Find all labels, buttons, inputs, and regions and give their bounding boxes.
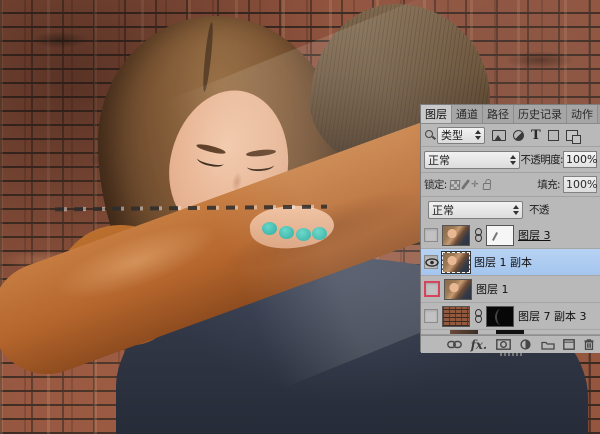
partial-mask: [496, 330, 524, 334]
layer-name[interactable]: 图层 3: [518, 227, 551, 243]
secondary-blend-mode-row: 正常 不透: [421, 197, 600, 222]
filter-kind-dropdown[interactable]: 类型: [437, 126, 485, 144]
layers-panel: 图层 通道 路径 历史记录 动作 类型 T 正常 不透明度: 100% 锁定: …: [420, 104, 600, 356]
type-layer-filter-icon[interactable]: T: [531, 128, 541, 143]
visibility-toggle-red-highlight[interactable]: [424, 281, 440, 297]
opacity-value: 100%: [566, 153, 598, 166]
delete-layer-icon[interactable]: [584, 339, 594, 350]
photoshop-canvas: 图层 通道 路径 历史记录 动作 类型 T 正常 不透明度: 100% 锁定: …: [0, 0, 600, 434]
secondary-blend-mode-value: 正常: [432, 203, 454, 217]
lock-transparency-icon[interactable]: [449, 179, 461, 190]
fill-value: 100%: [566, 178, 598, 191]
visibility-toggle[interactable]: [424, 228, 438, 242]
lock-icons: ✛: [449, 179, 491, 190]
smart-object-filter-icon[interactable]: [565, 129, 581, 144]
layer-name[interactable]: 图层 1 副本: [474, 254, 532, 270]
visibility-toggle[interactable]: [424, 309, 438, 323]
layer-name[interactable]: 图层 1: [476, 281, 509, 297]
layer-row-layer3[interactable]: 图层 3: [421, 222, 600, 249]
new-adjustment-layer-icon[interactable]: [519, 339, 532, 350]
layer-mask-thumbnail-white[interactable]: [486, 224, 514, 246]
visibility-toggle-on[interactable]: [424, 255, 439, 269]
layer-row-layer7-copy3[interactable]: 图层 7 副本 3: [421, 303, 600, 330]
panel-bottom-toolbar: fx.: [421, 335, 600, 356]
blend-mode-dropdown[interactable]: 正常: [424, 150, 520, 169]
fill-label: 填充:: [537, 179, 560, 191]
new-layer-icon[interactable]: [563, 339, 576, 350]
tab-history[interactable]: 历史记录: [514, 105, 567, 123]
search-icon: [424, 129, 436, 141]
adjustment-layer-filter-icon[interactable]: [513, 129, 524, 141]
layer-filter-row: 类型 T: [421, 124, 600, 147]
layer-list: 图层 3 图层 1 副本 图层 1 图层 7 副本 3: [421, 222, 600, 335]
link-layers-icon[interactable]: [447, 340, 462, 349]
layer-thumbnail-brick[interactable]: [442, 305, 470, 327]
panel-resize-grip[interactable]: [499, 353, 522, 356]
truncated-opacity-label: 不透: [529, 204, 549, 216]
layer-row-layer1[interactable]: 图层 1: [421, 276, 600, 303]
layer-mask-thumbnail-black[interactable]: [486, 305, 514, 327]
chevron-up-down-icon: [475, 130, 481, 140]
eye-icon: [425, 258, 439, 267]
layer-name[interactable]: 图层 7 副本 3: [518, 308, 587, 324]
lock-all-icon[interactable]: [481, 182, 491, 190]
layer-row-layer1-copy-selected[interactable]: 图层 1 副本: [421, 249, 600, 276]
tab-layers[interactable]: 图层: [421, 105, 452, 123]
secondary-blend-mode-dropdown[interactable]: 正常: [428, 200, 523, 219]
fill-field[interactable]: 100%: [563, 176, 597, 193]
opacity-label: 不透明度:: [520, 154, 563, 166]
tab-paths[interactable]: 路径: [483, 105, 514, 123]
add-layer-mask-icon[interactable]: [495, 339, 511, 350]
layer-thumbnail[interactable]: [444, 278, 472, 300]
layer-fx-icon[interactable]: fx.: [471, 339, 488, 351]
tab-actions[interactable]: 动作: [567, 105, 598, 123]
partial-thumbnail: [450, 330, 478, 334]
lock-label: 锁定:: [424, 179, 447, 191]
filter-icons: T: [492, 128, 581, 144]
new-group-icon[interactable]: [541, 340, 555, 350]
mask-link-icon[interactable]: [474, 227, 482, 243]
chevron-up-down-icon: [513, 204, 519, 215]
lock-paint-icon[interactable]: [460, 179, 470, 190]
filter-kind-label: 类型: [441, 129, 463, 142]
chevron-up-down-icon: [510, 154, 516, 165]
pixel-layer-filter-icon[interactable]: [492, 129, 506, 141]
opacity-field[interactable]: 100%: [563, 151, 597, 168]
lock-row: 锁定: ✛ 填充: 100%: [421, 173, 600, 197]
layer-thumbnail[interactable]: [442, 251, 470, 273]
shape-layer-filter-icon[interactable]: [547, 129, 559, 141]
tab-channels[interactable]: 通道: [452, 105, 483, 123]
panel-tab-bar: 图层 通道 路径 历史记录 动作: [421, 105, 600, 124]
layer-thumbnail[interactable]: [442, 224, 470, 246]
lock-position-icon[interactable]: ✛: [470, 180, 478, 190]
blend-mode-row: 正常 不透明度: 100%: [421, 147, 600, 173]
mask-link-icon[interactable]: [474, 308, 482, 324]
blend-mode-value: 正常: [428, 153, 450, 167]
